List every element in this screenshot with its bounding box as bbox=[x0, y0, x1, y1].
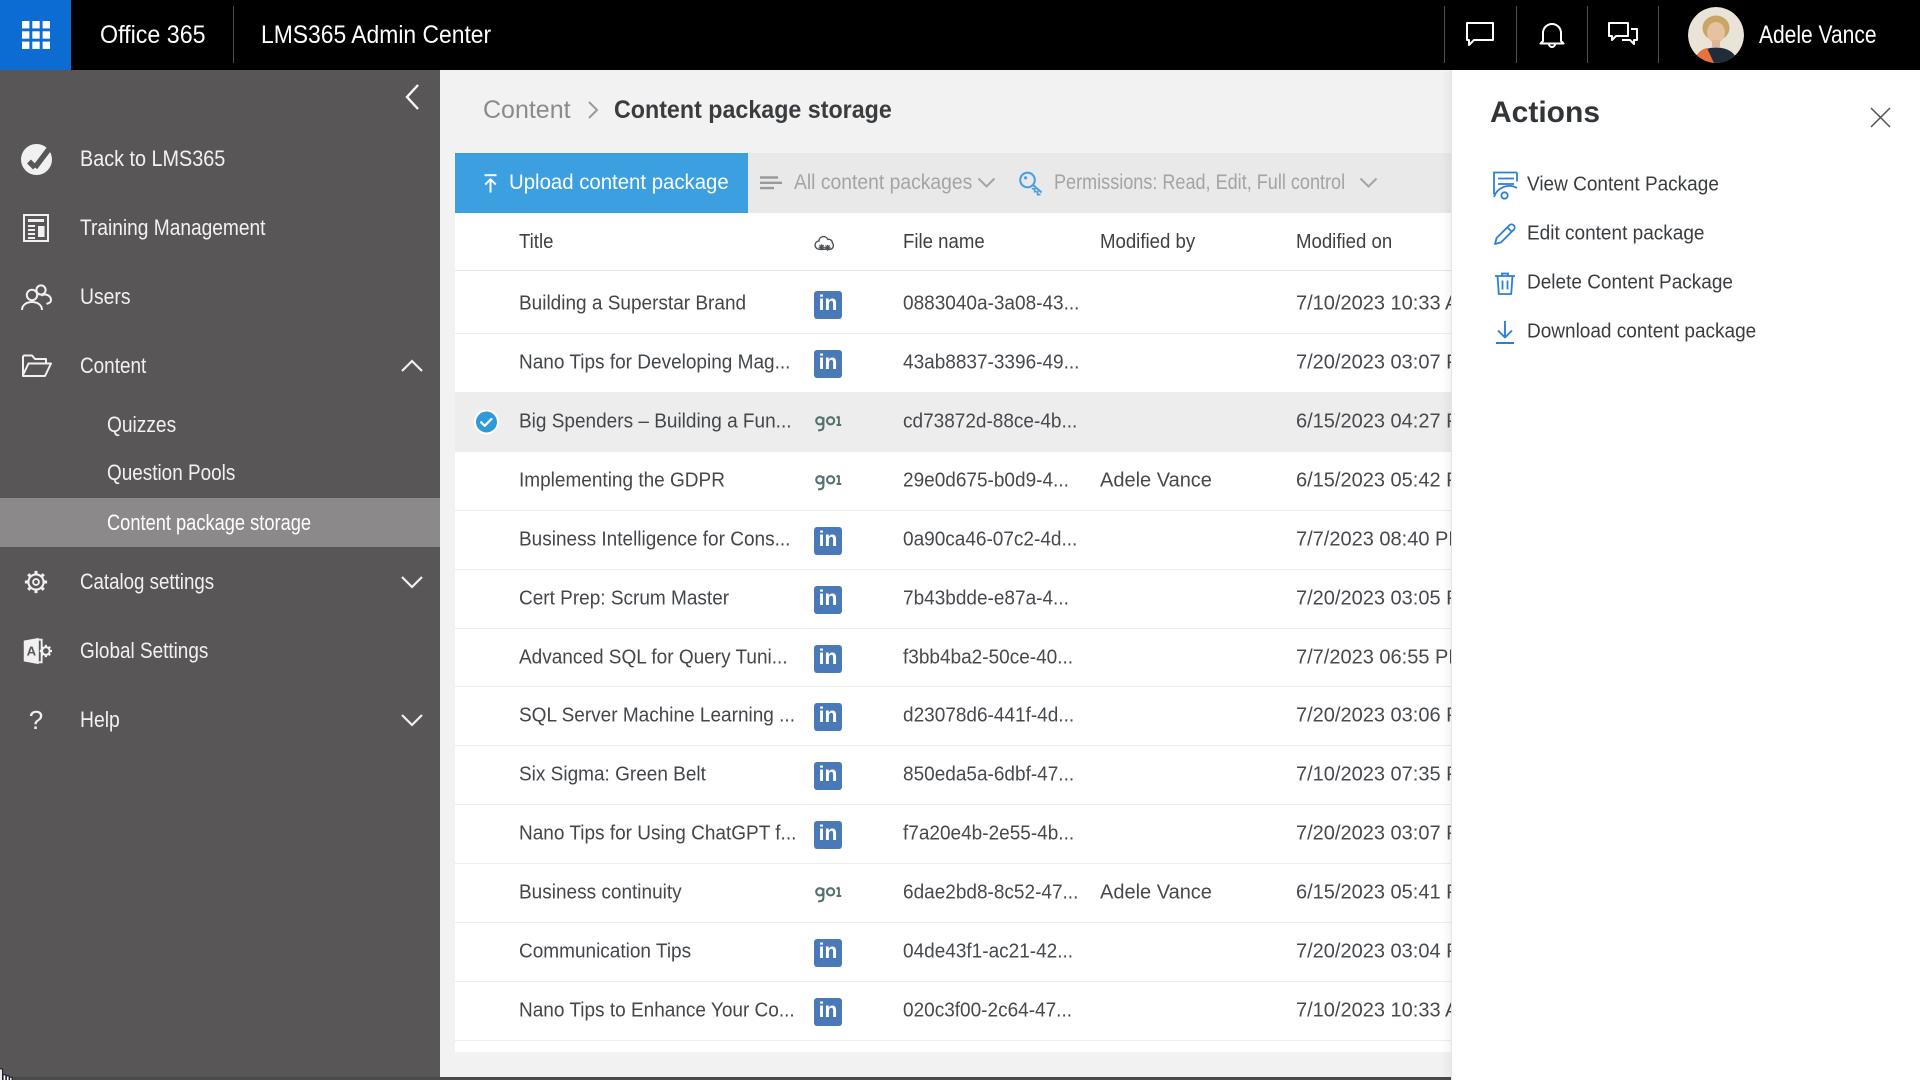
svg-text:A: A bbox=[27, 644, 37, 659]
